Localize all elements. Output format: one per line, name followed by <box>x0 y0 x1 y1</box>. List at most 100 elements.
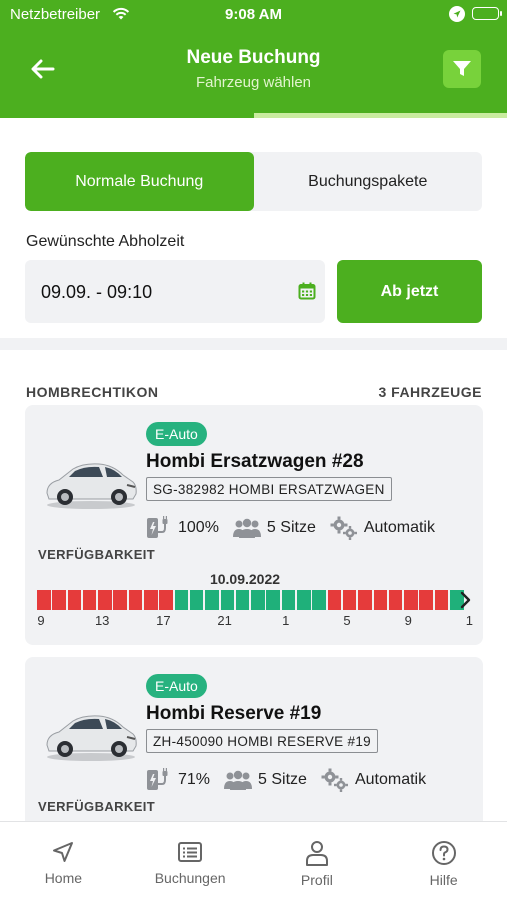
availability-slot-booked <box>327 590 342 610</box>
tab-help-label: Hilfe <box>429 872 458 888</box>
availability-bar <box>37 590 465 610</box>
navigation-arrow-icon <box>53 842 74 862</box>
hour-tick-label: 13 <box>94 613 110 628</box>
ev-charging-icon <box>147 768 168 790</box>
availability-slot-booked <box>113 590 127 610</box>
tab-profile-label: Profil <box>300 872 333 888</box>
availability-slot-free <box>174 590 189 610</box>
booking-type-segmented-control: Normale Buchung Buchungspakete <box>25 152 482 211</box>
transmission-type: Automatik <box>354 771 427 788</box>
availability-slot-booked <box>82 590 97 610</box>
tab-help[interactable]: Hilfe <box>380 822 507 900</box>
hour-tick-label: 5 <box>343 613 351 628</box>
availability-slot-free <box>281 590 296 610</box>
help-icon <box>431 841 456 865</box>
status-time: 9:08 AM <box>225 6 282 23</box>
hour-tick-label: 17 <box>156 613 171 628</box>
location-services-icon <box>449 6 465 22</box>
availability-slot-booked <box>159 590 173 610</box>
tab-profile[interactable]: Profil <box>254 822 381 900</box>
availability-slot-free <box>220 590 235 610</box>
tab-bookings-label: Buchungen <box>154 870 226 886</box>
vehicle-name: Hombi Ersatzwagen #28 <box>146 451 364 472</box>
hour-tick-label: 9 <box>404 613 412 628</box>
location-header: HOMBRECHTIKON 3 FAHRZEUGE <box>26 384 482 400</box>
chevron-right-icon[interactable] <box>457 589 473 611</box>
tab-normal-booking[interactable]: Normale Buchung <box>25 152 254 211</box>
app-header: Netzbetreiber 9:08 AM Neue Buchung Fahrz… <box>0 0 507 118</box>
availability-slot-booked <box>373 590 388 610</box>
filter-button[interactable] <box>443 50 481 88</box>
vehicle-name: Hombi Reserve #19 <box>146 703 322 724</box>
pickup-time-field[interactable]: 09.09. - 09:10 <box>25 260 325 323</box>
vehicle-specs: 71% 5 Sitze Automatik <box>146 767 440 793</box>
from-now-button[interactable]: Ab jetzt <box>337 260 482 323</box>
availability-slot-free <box>235 590 250 610</box>
people-icon <box>232 518 261 538</box>
tab-booking-packages[interactable]: Buchungspakete <box>254 152 483 211</box>
vehicle-card[interactable]: E-Auto Hombi Ersatzwagen #28 SG-382982 H… <box>25 405 483 645</box>
availability-hour-ticks: 9 13 17 21 1 5 9 1 <box>37 613 473 629</box>
availability-slot-free <box>297 590 311 610</box>
transmission-type: Automatik <box>363 519 435 536</box>
pickup-time-label: Gewünschte Abholzeit <box>26 233 185 250</box>
pickup-time-value: 09.09. - 09:10 <box>41 282 153 302</box>
availability-slot-booked <box>342 590 357 610</box>
location-name: HOMBRECHTIKON <box>26 384 159 400</box>
seats-spec: 5 Sitze <box>224 770 307 790</box>
availability-slot-booked <box>144 590 158 610</box>
bottom-tab-bar: Home Buchungen Profil Hilfe <box>0 821 507 900</box>
step-progress-track <box>0 113 507 118</box>
battery-spec: 71% <box>146 768 210 792</box>
vehicle-specs: 100% 5 Sitze Automatik <box>146 515 449 541</box>
availability-slot-free <box>312 590 326 610</box>
section-divider <box>0 338 507 350</box>
hour-tick-label: 1 <box>465 613 474 628</box>
vehicle-type-badge: E-Auto <box>146 674 207 698</box>
availability-slot-booked <box>434 590 449 610</box>
seat-count: 5 Sitze <box>266 519 316 536</box>
availability-slot-free <box>205 590 219 610</box>
battery-level: 100% <box>178 519 219 536</box>
page-subtitle: Fahrzeug wählen <box>195 74 312 91</box>
availability-slot-free <box>189 590 204 610</box>
tab-home-label: Home <box>44 870 83 886</box>
seat-count: 5 Sitze <box>258 771 307 788</box>
availability-slot-booked <box>419 590 433 610</box>
gears-icon <box>321 768 348 792</box>
availability-slot-booked <box>358 590 372 610</box>
vehicle-count: 3 FAHRZEUGE <box>378 384 482 400</box>
availability-slot-booked <box>37 590 51 610</box>
vehicle-type-badge: E-Auto <box>146 422 207 446</box>
people-icon <box>224 770 253 790</box>
availability-slot-booked <box>128 590 143 610</box>
person-icon <box>305 841 328 866</box>
transmission-spec: Automatik <box>321 768 426 792</box>
availability-label: VERFÜGBARKEIT <box>38 799 156 814</box>
battery-icon <box>472 7 502 20</box>
hour-tick-label: 9 <box>37 613 45 628</box>
transmission-spec: Automatik <box>330 516 435 540</box>
license-plate: SG-382982 HOMBI ERSATZWAGEN <box>146 477 392 501</box>
availability-slot-booked <box>98 590 112 610</box>
tab-bookings[interactable]: Buchungen <box>127 822 254 900</box>
hour-tick-label: 21 <box>217 613 232 628</box>
car-image <box>46 463 137 509</box>
calendar-icon <box>298 282 316 300</box>
availability-slot-booked <box>52 590 66 610</box>
availability-slot-booked <box>67 590 82 610</box>
filter-icon <box>453 61 471 76</box>
list-icon <box>178 842 203 862</box>
status-bar: Netzbetreiber 9:08 AM <box>0 0 507 28</box>
tab-home[interactable]: Home <box>0 822 127 900</box>
availability-slot-free <box>251 590 265 610</box>
availability-slot-free <box>266 590 280 610</box>
step-progress-fill <box>0 113 254 118</box>
ev-charging-icon <box>147 516 168 538</box>
page-title: Neue Buchung <box>186 47 321 68</box>
vehicle-card[interactable]: E-Auto Hombi Reserve #19 ZH-450090 HOMBI… <box>25 657 483 832</box>
battery-level: 71% <box>178 771 211 788</box>
availability-date: 10.09.2022 <box>209 571 281 587</box>
availability-slot-booked <box>388 590 403 610</box>
car-image <box>46 715 137 761</box>
